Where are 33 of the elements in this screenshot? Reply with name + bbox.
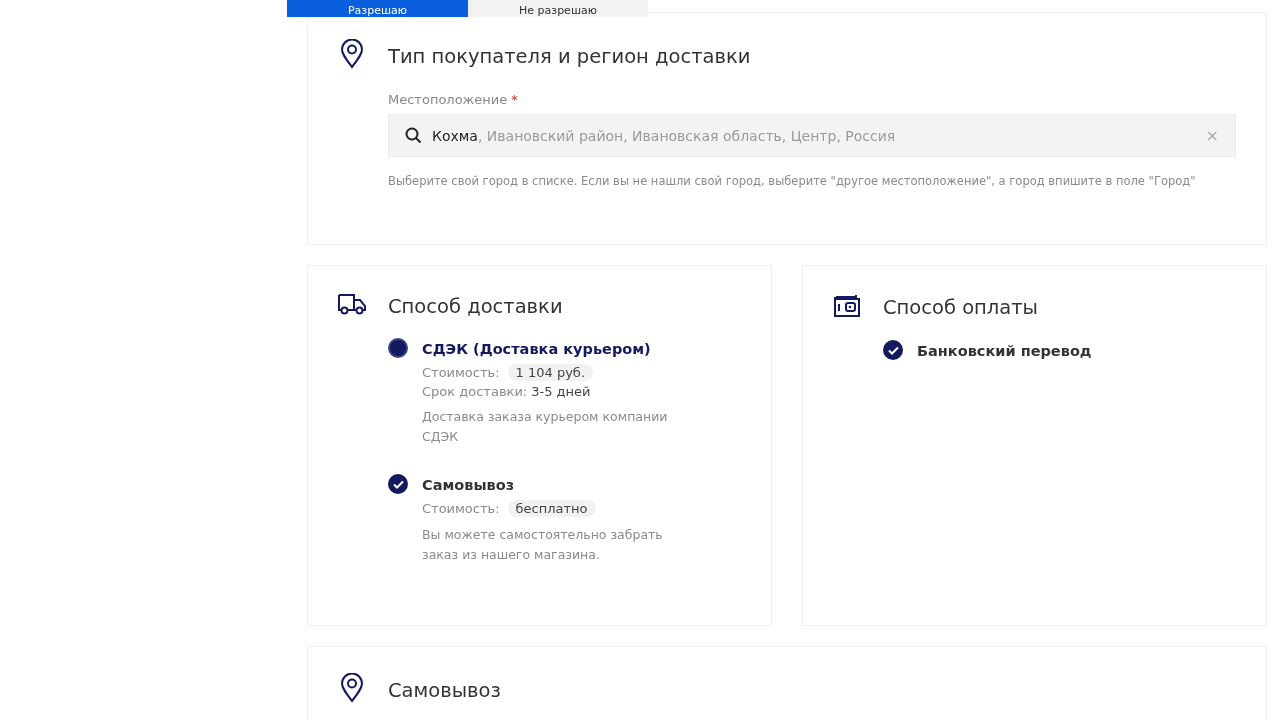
location-pin-icon <box>339 673 365 703</box>
truck-icon <box>337 292 367 316</box>
radio-button[interactable] <box>388 338 408 358</box>
location-pin-icon <box>339 39 365 69</box>
price-label: Стоимость: <box>422 365 500 380</box>
field-value: Кохма <box>432 127 478 144</box>
location-field[interactable]: Кохма, Ивановский район, Ивановская область, Центр, Россия × <box>388 114 1236 157</box>
section-title: Тип покупателя и регион доставки <box>388 44 751 68</box>
required-mark: * <box>511 92 518 107</box>
option-description: Доставка заказа курьером компании СДЭК <box>422 408 669 446</box>
option-name[interactable]: Банковский перевод <box>917 343 1092 359</box>
deny-button[interactable]: Не разрешаю <box>468 0 648 17</box>
radio-button[interactable] <box>883 340 903 360</box>
price-label: Стоимость: <box>422 501 500 516</box>
field-suggestion: , Ивановский район, Ивановская область, Центр, Россия <box>477 127 897 144</box>
option-name[interactable]: СДЭК (Доставка курьером) <box>422 341 651 357</box>
delivery-term-label: Срок доставки: <box>422 384 528 399</box>
wallet-icon <box>833 292 861 318</box>
check-icon <box>887 345 899 355</box>
delivery-term-value: 3-5 дней <box>531 384 591 399</box>
price-tag: 1 104 руб. <box>507 364 594 381</box>
option-name[interactable]: Самовывоз <box>422 477 515 493</box>
price-tag: бесплатно <box>507 500 596 517</box>
hint-text: Выберите свой город в списке. Если вы не нашли свой город, выберите "другое местоположение", а город впишите в поле "Город" <box>388 174 1197 188</box>
radio-button[interactable] <box>388 474 408 494</box>
field-label: Местоположение <box>388 92 508 107</box>
search-icon <box>405 127 422 144</box>
check-icon <box>392 479 404 489</box>
section-title: Способ доставки <box>388 294 563 318</box>
allow-button[interactable]: Разрешаю <box>287 0 468 17</box>
section-title: Самовывоз <box>388 678 501 702</box>
option-description: Вы можете самостоятельно забрать заказ из нашего магазина. <box>422 526 664 564</box>
section-title: Способ оплаты <box>883 295 1039 319</box>
